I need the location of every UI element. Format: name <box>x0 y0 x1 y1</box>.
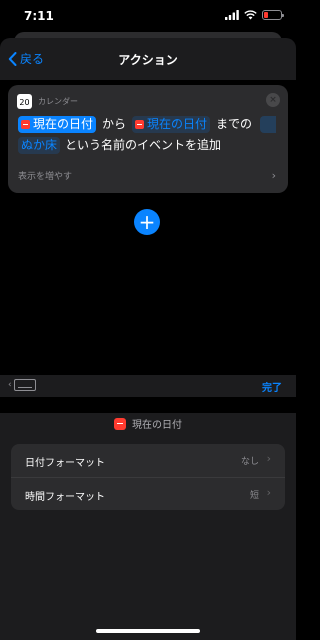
add-action-button[interactable]: + <box>134 209 160 235</box>
setting-label: 日付フォーマット <box>25 458 105 469</box>
keyboard-toolbar: ‹ 完了 <box>0 375 296 397</box>
keyboard-icon <box>13 379 36 391</box>
end-date-token[interactable]: 現在の日付 <box>132 116 211 133</box>
variable-header: 現在の日付 <box>0 416 296 431</box>
setting-label: 時間フォーマット <box>25 492 105 503</box>
action-sheet: 戻る アクション 20 カレンダー × 現在の日付 から 現在の日付 までの ぬ… <box>0 38 296 640</box>
word-suffix: という名前のイベントを追加 <box>65 138 222 152</box>
done-button[interactable]: 完了 <box>262 379 282 394</box>
calendar-icon <box>114 417 126 430</box>
show-more-button[interactable]: 表示を増やす <box>18 169 72 182</box>
page-title: アクション <box>118 53 178 67</box>
calendar-icon <box>135 120 145 129</box>
action-sentence: 現在の日付 から 現在の日付 までの ぬか床 という名前のイベントを追加 <box>18 114 288 156</box>
event-name-token-label: ぬか床 <box>21 138 58 152</box>
keyboard-toggle-button[interactable]: ‹ <box>8 379 36 391</box>
start-date-token[interactable]: 現在の日付 <box>18 116 97 133</box>
home-indicator[interactable] <box>96 629 200 633</box>
setting-value: なし <box>240 457 259 467</box>
status-icons <box>225 10 284 20</box>
word-from: から <box>102 117 127 131</box>
end-date-token-label: 現在の日付 <box>147 117 208 131</box>
calendar-action-card: 20 カレンダー × 現在の日付 から 現在の日付 までの ぬか床 という名前の… <box>8 85 288 193</box>
navigation-bar: 戻る アクション <box>0 38 296 80</box>
start-date-token-label: 現在の日付 <box>33 117 94 131</box>
wifi-icon <box>244 10 257 20</box>
card-header: 20 カレンダー <box>17 94 78 109</box>
variable-settings: 日付フォーマット なし › 時間フォーマット 短 › <box>11 444 285 510</box>
variable-title: 現在の日付 <box>132 420 182 431</box>
signal-icon <box>225 10 239 20</box>
chevron-right-icon: › <box>266 486 271 499</box>
status-bar: 7:11 <box>0 0 296 36</box>
chevron-right-icon: › <box>271 169 276 182</box>
setting-value: 短 <box>249 491 259 501</box>
date-format-row[interactable]: 日付フォーマット なし › <box>11 444 285 477</box>
status-time: 7:11 <box>24 9 54 23</box>
time-format-row[interactable]: 時間フォーマット 短 › <box>11 477 285 510</box>
calendar-icon-day: 20 <box>19 98 30 107</box>
chevron-left-icon: ‹ <box>8 380 12 390</box>
calendar-app-icon: 20 <box>17 94 32 109</box>
word-until: までの <box>216 117 253 131</box>
clipped-token <box>260 116 277 133</box>
event-name-token[interactable]: ぬか床 <box>18 137 61 154</box>
remove-action-button[interactable]: × <box>266 93 280 107</box>
card-app-label: カレンダー <box>38 97 78 106</box>
chevron-right-icon: › <box>266 452 271 465</box>
battery-icon <box>262 10 284 20</box>
calendar-icon <box>21 120 30 129</box>
